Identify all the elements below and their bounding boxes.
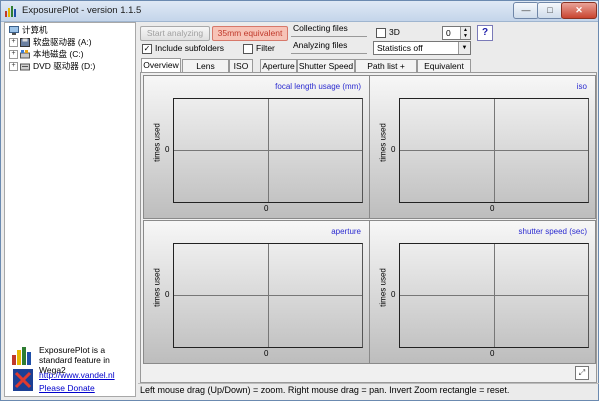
plot-area[interactable] [399,243,589,348]
y-tick-label: 0 [165,145,170,154]
maximize-icon: □ [547,5,553,15]
status-bar: Left mouse drag (Up/Down) = zoom. Right … [138,383,599,397]
aperture-chart[interactable]: aperture times used 0 0 [143,220,370,364]
wega2-logo-icon [12,347,31,365]
y-tick-label: 0 [391,145,396,154]
y-axis-label: times used [378,123,388,162]
x-tick-label: 0 [490,204,495,213]
checkbox-unchecked-icon [243,43,253,54]
app-window: ExposurePlot - version 1.1.5 — □ ✕ 计算机 +… [0,0,599,401]
plot-area[interactable] [399,98,589,203]
chart-title: focal length usage (mm) [275,82,361,91]
help-button[interactable]: ? [477,25,493,41]
folder-tree[interactable]: 计算机 + 软盘驱动器 (A:) + 本地磁盘 (C:) + DVD 驱动器 (D:)… [4,22,136,397]
35mm-equivalent-button[interactable]: 35mm equivalent [212,26,288,41]
computer-icon [9,26,19,36]
plot-area[interactable] [173,98,363,203]
gridline-y [174,150,362,151]
chart-title: iso [576,82,587,91]
tree-root-computer[interactable]: 计算机 [9,24,48,36]
statistics-value: Statistics off [377,43,423,53]
iso-chart[interactable]: iso times used 0 0 [369,75,596,219]
dropdown-arrow-icon[interactable]: ▼ [458,42,470,54]
spin-down-icon[interactable]: ▼ [460,33,470,39]
x-tick-label: 0 [264,349,269,358]
y-axis-label: times used [152,268,162,307]
tree-item-local-disk[interactable]: + 本地磁盘 (C:) [9,48,84,60]
minimize-button[interactable]: — [513,2,539,19]
filter-label: Filter [256,43,275,53]
y-tick-label: 0 [165,290,170,299]
dvd-drive-icon [20,63,30,71]
exposureplot-app-icon [5,6,16,17]
tree-item-label: 本地磁盘 (C:) [33,49,84,59]
donate-link[interactable]: Please Donate [39,383,95,393]
y-tick-label: 0 [391,290,396,299]
tree-item-label: 软盘驱动器 (A:) [33,37,92,47]
focal-length-chart[interactable]: focal length usage (mm) times used 0 0 [143,75,370,219]
3d-checkbox[interactable]: 3D [376,26,400,38]
analyzing-progress [291,53,367,54]
tab-equivalent-list[interactable]: Equivalent list [417,59,471,83]
collecting-files-label: Collecting files [293,23,348,33]
local-disk-icon [20,50,30,59]
tab-overview[interactable]: Overview [141,58,181,72]
tree-root-label: 计算机 [22,25,48,35]
checkbox-checked-icon: ✓ [142,43,152,54]
include-subfolders-label: Include subfolders [155,43,224,53]
collecting-progress [291,36,367,37]
gridline-y [174,295,362,296]
vandel-logo-icon [13,369,33,391]
gridline-y [400,295,588,296]
analyzing-files-label: Analyzing files [293,40,348,50]
minimize-icon: — [521,5,531,15]
tree-item-label: DVD 驱动器 (D:) [33,61,96,71]
plot-area[interactable] [173,243,363,348]
x-tick-label: 0 [490,349,495,358]
y-axis-label: times used [378,268,388,307]
tab-shutter-speed[interactable]: Shutter Speed [297,59,355,72]
spinner-value: 0 [446,28,451,38]
start-analyzing-button[interactable]: Start analyzing [140,26,210,41]
close-button[interactable]: ✕ [561,2,597,19]
maximize-button[interactable]: □ [537,2,563,19]
gridline-y [400,150,588,151]
title-bar: ExposurePlot - version 1.1.5 — □ ✕ [1,1,598,22]
expand-icon[interactable]: + [9,62,18,72]
floppy-drive-icon [20,38,30,48]
overview-panel: focal length usage (mm) times used 0 0 i… [140,72,597,383]
fullscreen-icon[interactable]: ⤢ [575,366,589,380]
shutter-speed-chart[interactable]: shutter speed (sec) times used 0 0 [369,220,596,364]
tree-item-dvd[interactable]: + DVD 驱动器 (D:) [9,60,95,72]
y-axis-label: times used [152,123,162,162]
3d-label: 3D [389,27,400,37]
value-spinner[interactable]: 0 ▲ ▼ [442,26,471,40]
filter-checkbox[interactable]: Filter [243,42,275,54]
website-link[interactable]: http://www.vandel.nl [39,370,115,380]
close-icon: ✕ [575,5,583,15]
chart-title: shutter speed (sec) [518,227,587,236]
chart-title: aperture [331,227,361,236]
tab-iso[interactable]: ISO [229,59,253,72]
checkbox-unchecked-icon [376,27,386,38]
window-title: ExposurePlot - version 1.1.5 [22,5,142,16]
x-tick-label: 0 [264,204,269,213]
include-subfolders-checkbox[interactable]: ✓ Include subfolders [142,42,224,54]
tab-lens-length[interactable]: Lens Length [182,59,229,83]
expand-icon[interactable]: + [9,50,18,60]
tab-aperture[interactable]: Aperture [260,59,297,72]
tab-path-list-image[interactable]: Path list + Image [355,59,417,83]
tree-item-floppy[interactable]: + 软盘驱动器 (A:) [9,36,92,48]
expand-icon[interactable]: + [9,38,18,48]
statistics-select[interactable]: Statistics off ▼ [373,41,471,55]
